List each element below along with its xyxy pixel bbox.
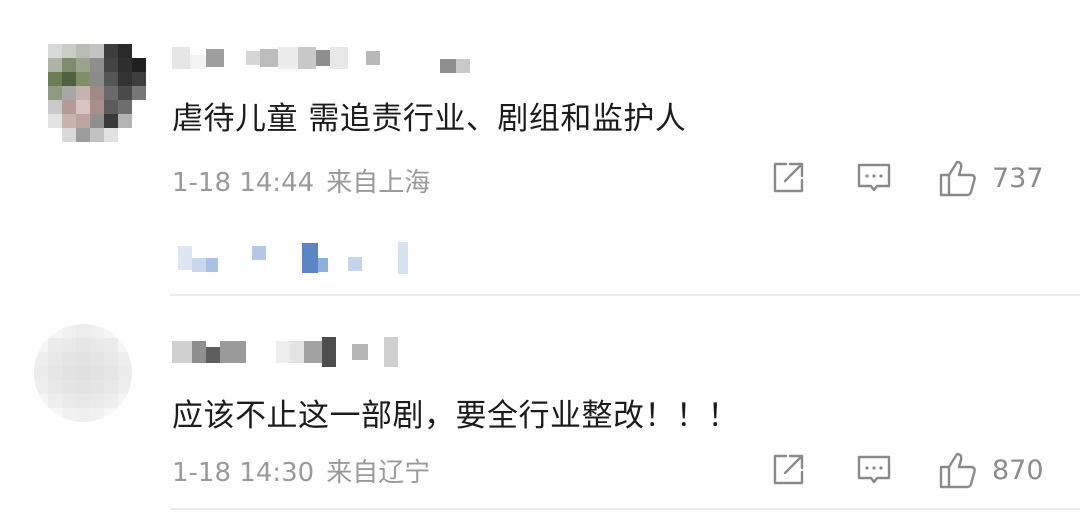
comment-actions: 737: [760, 156, 1080, 200]
divider: [170, 508, 1080, 510]
comment-actions: 870: [760, 448, 1080, 492]
comment-meta: 1-18 14:30 来自辽宁: [172, 452, 430, 489]
reply-button[interactable]: [856, 156, 892, 200]
like-icon: [939, 160, 976, 197]
comment-meta: 1-18 14:44 来自上海: [172, 162, 430, 199]
divider: [170, 294, 1080, 296]
like-button[interactable]: 870: [938, 448, 1044, 492]
comment-text: 应该不止这一部剧，要全行业整改！！！: [172, 398, 739, 434]
share-icon: [773, 454, 804, 485]
avatar[interactable]: [48, 44, 146, 142]
comment-item: 虐待儿童 需追责行业、剧组和监护人 1-18 14:44 来自上海 737: [0, 0, 1080, 296]
comment-time: 1-18 14:30: [172, 458, 315, 488]
comment-text: 虐待儿童 需追责行业、剧组和监护人: [172, 101, 687, 137]
reply-button[interactable]: [856, 448, 892, 492]
like-count: 737: [992, 162, 1044, 194]
pixelated-link[interactable]: [178, 238, 408, 278]
comment-location: 来自辽宁: [326, 458, 431, 488]
share-icon: [773, 162, 804, 193]
share-button[interactable]: [770, 156, 806, 200]
reply-icon: [857, 163, 891, 192]
reply-icon: [857, 455, 891, 484]
like-button[interactable]: 737: [938, 156, 1044, 200]
share-button[interactable]: [770, 448, 806, 492]
comment-time: 1-18 14:44: [172, 168, 315, 198]
like-count: 870: [992, 454, 1044, 486]
comment-item: 应该不止这一部剧，要全行业整改！！！ 1-18 14:30 来自辽宁 870: [0, 298, 1080, 514]
username-pixelated[interactable]: [172, 334, 398, 370]
like-icon: [939, 452, 976, 489]
avatar-pixelated: [48, 44, 146, 142]
comment-location: 来自上海: [326, 168, 431, 198]
avatar[interactable]: [34, 324, 132, 422]
avatar-pixelated: [34, 324, 132, 422]
username-pixelated[interactable]: [172, 40, 470, 76]
